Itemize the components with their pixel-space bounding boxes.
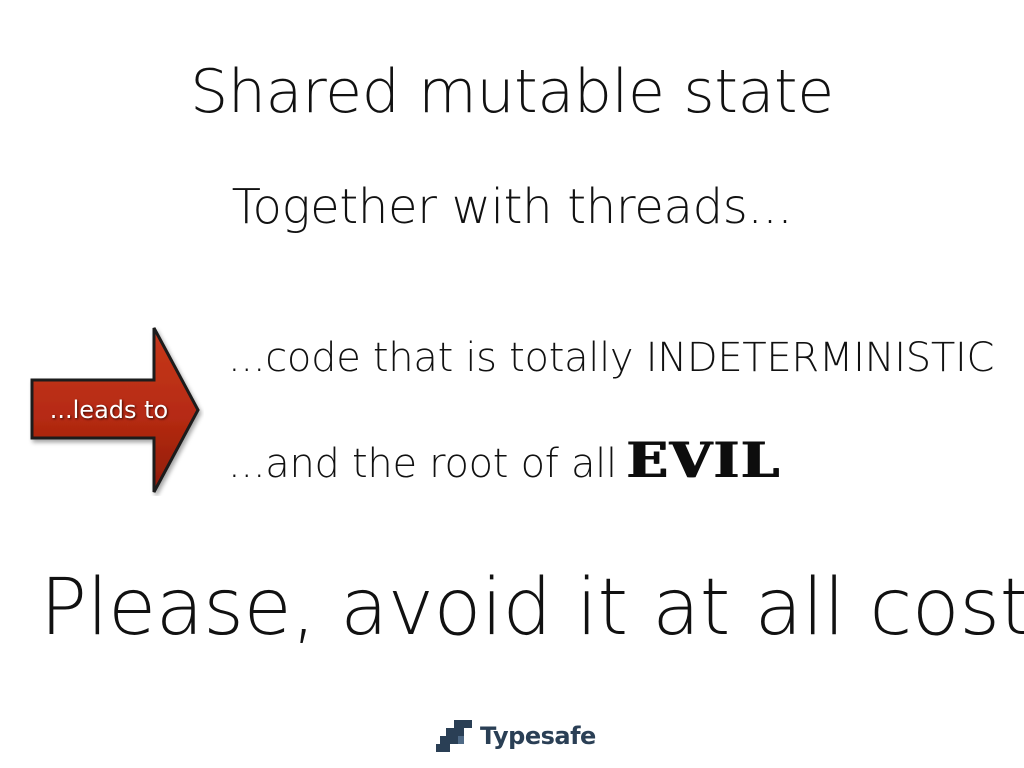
bullet-root-of-evil-text: ...and the root of all (228, 441, 617, 487)
bullet-indeterministic: ...code that is totally INDETERMINISTIC (228, 335, 995, 381)
evil-emphasis-word: EVIL (626, 431, 782, 489)
arrow-label: ...leads to (49, 396, 169, 424)
typesafe-logo-icon (436, 720, 472, 752)
brand-name: Typesafe (480, 722, 596, 750)
brand-logo: Typesafe (436, 716, 596, 756)
slide-conclusion: Please, avoid it at all cost (40, 563, 1024, 653)
slide-title: Shared mutable state (190, 57, 834, 127)
bullet-root-of-evil: ...and the root of all EVIL (228, 432, 781, 492)
slide-subtitle: Together with threads... (231, 179, 793, 235)
